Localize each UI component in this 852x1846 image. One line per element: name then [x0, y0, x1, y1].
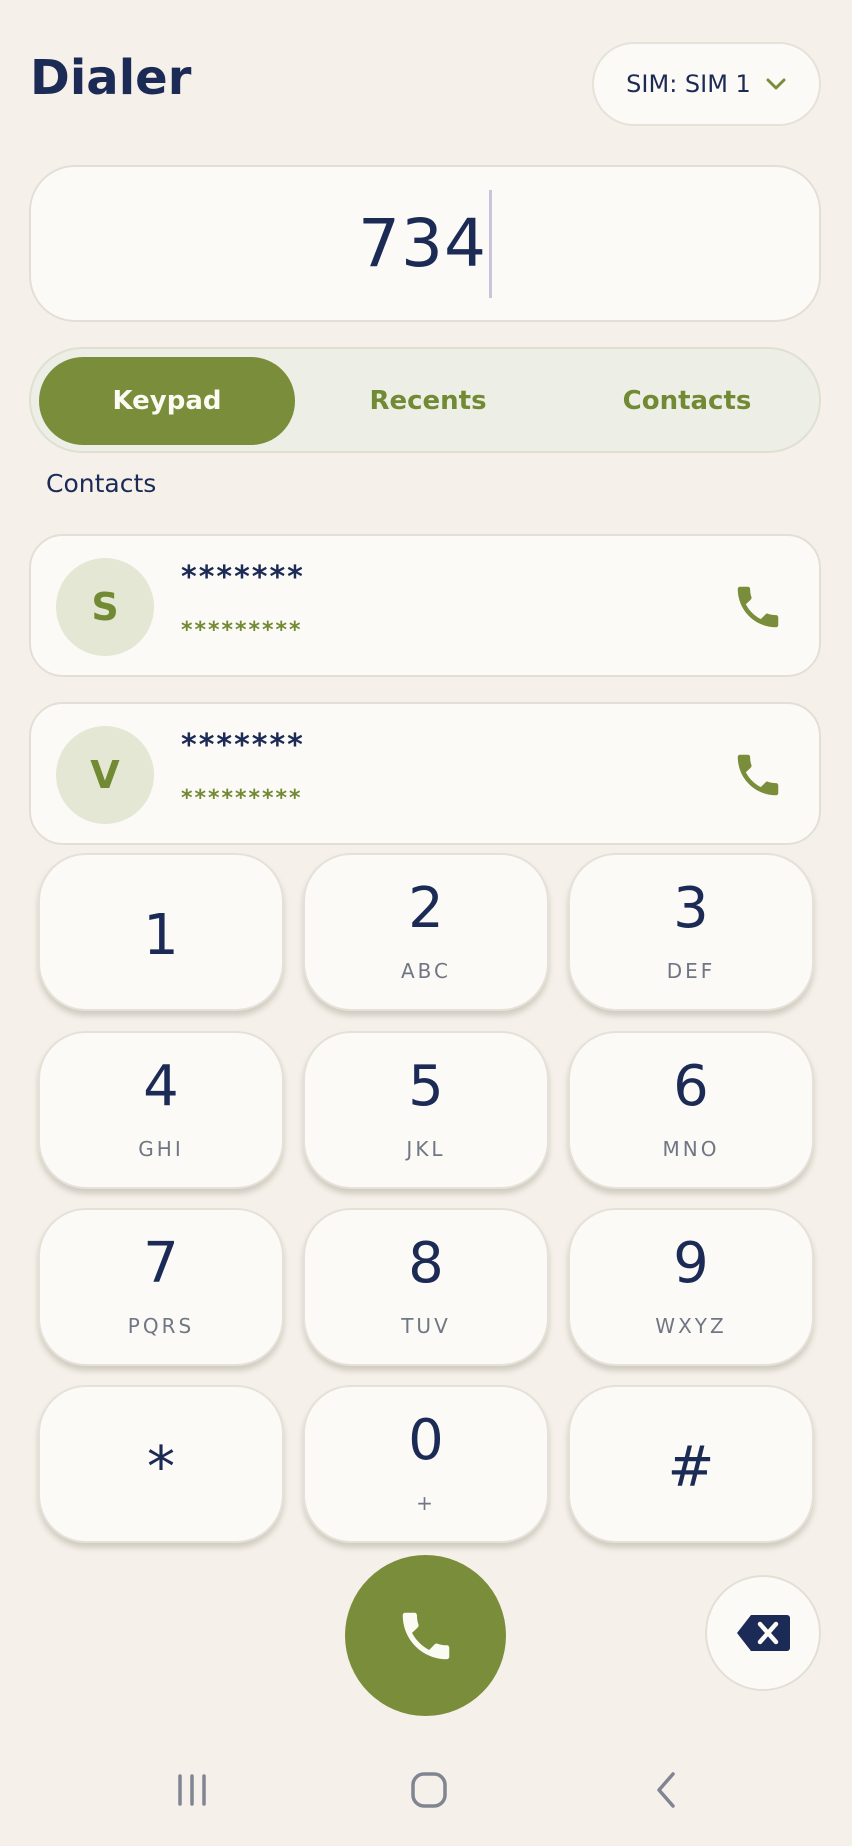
key-letters: WXYZ	[655, 1314, 727, 1338]
tab-contacts[interactable]: Contacts	[559, 357, 815, 445]
contacts-section-label: Contacts	[46, 469, 157, 498]
nav-recent-apps-button[interactable]	[162, 1765, 222, 1815]
contact-item[interactable]: V ******* *********	[29, 702, 821, 845]
key-2[interactable]: 2 ABC	[303, 853, 549, 1011]
key-7[interactable]: 7 PQRS	[38, 1208, 284, 1366]
key-letters: PQRS	[127, 1314, 195, 1338]
tab-bar: Keypad Recents Contacts	[29, 347, 821, 453]
phone-icon[interactable]	[731, 580, 785, 634]
contact-name: *******	[181, 560, 305, 595]
nav-home-button[interactable]	[399, 1765, 459, 1815]
call-button[interactable]	[345, 1555, 506, 1716]
contact-item[interactable]: S ******* *********	[29, 534, 821, 677]
contact-name: *******	[181, 728, 305, 763]
page-title: Dialer	[30, 50, 192, 106]
key-0[interactable]: 0 +	[303, 1385, 549, 1543]
avatar: V	[56, 726, 154, 824]
key-8[interactable]: 8 TUV	[303, 1208, 549, 1366]
nav-back-button[interactable]	[637, 1765, 697, 1815]
key-digit: 9	[673, 1231, 709, 1296]
key-4[interactable]: 4 GHI	[38, 1031, 284, 1189]
key-digit: 6	[673, 1054, 709, 1119]
key-letters: GHI	[138, 1137, 184, 1161]
key-letters: DEF	[666, 959, 716, 983]
key-letters: TUV	[401, 1314, 451, 1338]
key-digit: 3	[673, 876, 709, 941]
key-digit: 4	[143, 1054, 179, 1119]
sim-label: SIM: SIM 1	[626, 70, 751, 98]
text-cursor	[488, 189, 492, 298]
key-letters: JKL	[406, 1137, 446, 1161]
key-9[interactable]: 9 WXYZ	[568, 1208, 814, 1366]
key-letters: ABC	[400, 959, 451, 983]
key-digit: 5	[408, 1054, 444, 1119]
phone-icon[interactable]	[731, 748, 785, 802]
home-icon	[411, 1772, 447, 1808]
key-digit: #	[667, 1435, 715, 1500]
key-hash[interactable]: #	[568, 1385, 814, 1543]
key-5[interactable]: 5 JKL	[303, 1031, 549, 1189]
contact-number: *********	[181, 786, 303, 811]
key-digit: 8	[408, 1231, 444, 1296]
recent-apps-icon	[178, 1774, 206, 1806]
key-star[interactable]: *	[38, 1385, 284, 1543]
key-digit: 7	[143, 1231, 179, 1296]
key-digit: *	[147, 1435, 175, 1500]
key-digit: 0	[408, 1408, 444, 1473]
dial-number-field[interactable]: 734	[29, 165, 821, 322]
key-letters: +	[416, 1491, 436, 1515]
dialed-number: 734	[358, 205, 487, 282]
contact-number: *********	[181, 618, 303, 643]
key-letters: MNO	[662, 1137, 720, 1161]
key-3[interactable]: 3 DEF	[568, 853, 814, 1011]
key-6[interactable]: 6 MNO	[568, 1031, 814, 1189]
key-1[interactable]: 1	[38, 853, 284, 1011]
phone-icon	[402, 1612, 449, 1659]
key-digit: 1	[143, 903, 179, 968]
backspace-button[interactable]	[705, 1575, 821, 1691]
avatar: S	[56, 558, 154, 656]
chevron-down-icon	[766, 78, 786, 90]
tab-keypad[interactable]: Keypad	[39, 357, 295, 445]
key-digit: 2	[408, 876, 444, 941]
sim-selector[interactable]: SIM: SIM 1	[592, 42, 821, 126]
tab-recents[interactable]: Recents	[300, 357, 556, 445]
backspace-icon	[737, 1615, 790, 1651]
back-icon	[657, 1772, 675, 1808]
